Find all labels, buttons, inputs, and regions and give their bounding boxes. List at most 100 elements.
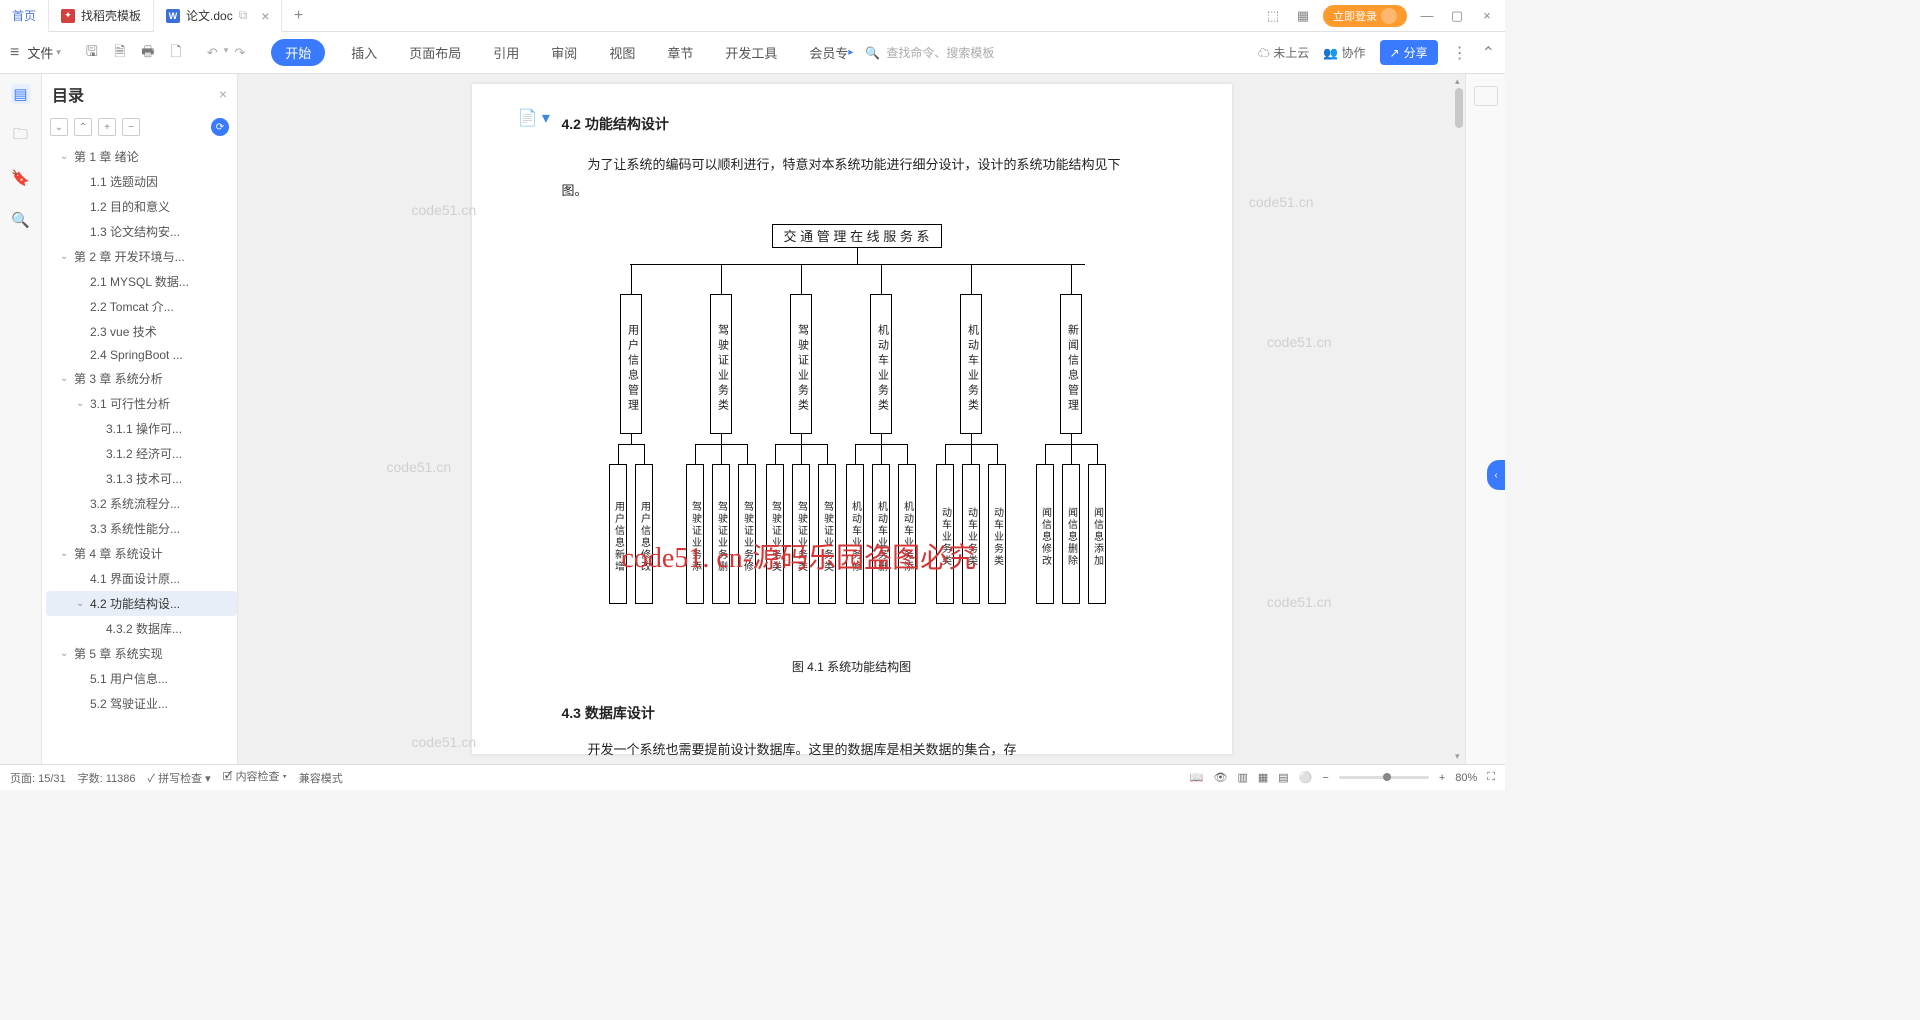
heading-4-3: 4.3 数据库设计 [562, 703, 1142, 723]
body-paragraph-2: 开发一个系统也需要提前设计数据库。这里的数据库是相关数据的集合，存 [562, 737, 1142, 763]
outline-item[interactable]: 2.3 vue 技术 [46, 319, 237, 344]
outline-item[interactable]: 3.3 系统性能分... [46, 516, 237, 541]
add-level-icon[interactable]: + [98, 118, 116, 136]
outline-item[interactable]: 1.1 选题动因 [46, 169, 237, 194]
fullscreen-icon[interactable]: ⛶ [1487, 771, 1495, 784]
outline-item[interactable]: 4.1 界面设计原... [46, 566, 237, 591]
paragraph-mark-icon[interactable]: 📄 ▾ [518, 108, 550, 128]
ribbon-dev[interactable]: 开发工具 [719, 39, 783, 66]
view-mode-page-icon[interactable]: ▥ [1237, 771, 1247, 784]
outline-item[interactable]: ⌄3.1 可行性分析 [46, 391, 237, 416]
search-input[interactable]: 🔍 查找命令、搜索模板 [865, 44, 994, 61]
tab-templates[interactable]: ✦ 找稻壳模板 [49, 0, 154, 32]
word-count[interactable]: 字数: 11386 [78, 770, 136, 786]
body-paragraph: 为了让系统的编码可以顺利进行，特意对本系统功能进行细分设计，设计的系统功能结构见… [562, 152, 1142, 204]
scrollbar-thumb[interactable] [1455, 88, 1463, 128]
outline-item[interactable]: ⌄第 1 章 绪论 [46, 144, 237, 169]
search-rail-icon[interactable]: 🔍 [11, 210, 31, 230]
ribbon-insert[interactable]: 插入 [345, 39, 383, 66]
collab-button[interactable]: 👥 协作 [1323, 44, 1365, 61]
compat-mode[interactable]: 兼容模式 [299, 770, 343, 786]
save-as-icon[interactable]: 🗎 [111, 44, 129, 62]
view-mode-outline-icon[interactable]: ▤ [1278, 771, 1288, 784]
night-mode-icon[interactable]: ⚪ [1299, 771, 1313, 784]
save-icon[interactable]: 🖫 [83, 44, 101, 62]
outline-item[interactable]: 1.2 目的和意义 [46, 194, 237, 219]
remove-level-icon[interactable]: − [122, 118, 140, 136]
print-icon[interactable]: 🖶 [139, 44, 157, 62]
chevron-right-icon[interactable]: ▸ [848, 47, 853, 58]
outline-item[interactable]: 3.1.3 技术可... [46, 466, 237, 491]
ribbon-ref[interactable]: 引用 [487, 39, 525, 66]
zoom-out-icon[interactable]: − [1322, 772, 1328, 784]
ribbon-view[interactable]: 视图 [603, 39, 641, 66]
login-button[interactable]: 立即登录 [1323, 5, 1407, 27]
view-mode-focus-icon[interactable]: 👁 [1214, 771, 1228, 784]
outline-item[interactable]: 5.1 用户信息... [46, 666, 237, 691]
outline-item[interactable]: ⌄第 2 章 开发环境与... [46, 244, 237, 269]
ribbon-start[interactable]: 开始 [271, 39, 325, 66]
spellcheck-button[interactable]: ✓ 拼写检查 ▾ [148, 770, 211, 786]
outline-title: 目录 [52, 82, 219, 106]
outline-item[interactable]: 2.2 Tomcat 介... [46, 294, 237, 319]
redo-icon[interactable]: ↷ [234, 45, 245, 61]
sync-icon[interactable]: ⟳ [211, 118, 229, 136]
tab-window-icon[interactable]: ⧉ [239, 8, 248, 23]
page-indicator[interactable]: 页面: 15/31 [10, 770, 66, 786]
hamburger-icon[interactable]: ≡ [10, 44, 19, 62]
ribbon-review[interactable]: 审阅 [545, 39, 583, 66]
outline-item[interactable]: ⌄第 3 章 系统分析 [46, 366, 237, 391]
outline-item[interactable]: 3.1.1 操作可... [46, 416, 237, 441]
view-mode-web-icon[interactable]: ▦ [1258, 771, 1268, 784]
layout-icon[interactable]: ⬚ [1263, 6, 1283, 26]
watermark: code51.cn [412, 202, 477, 218]
scroll-down-icon[interactable]: ▾ [1455, 751, 1460, 762]
expand-all-icon[interactable]: ⌃ [74, 118, 92, 136]
vertical-scrollbar[interactable]: ▴ ▾ [1453, 74, 1465, 764]
view-mode-book-icon[interactable]: 📖 [1190, 771, 1204, 784]
side-handle[interactable]: ‹ [1487, 460, 1505, 490]
undo-icon[interactable]: ↶ [207, 45, 218, 61]
content-check-button[interactable]: 🗹 内容检查 ▾ [223, 768, 287, 787]
login-label: 立即登录 [1333, 8, 1377, 24]
bookmark-icon[interactable]: 🔖 [11, 168, 31, 188]
outline-item[interactable]: 3.2 系统流程分... [46, 491, 237, 516]
outline-item[interactable]: 1.3 论文结构安... [46, 219, 237, 244]
ribbon-member[interactable]: 会员专 [803, 39, 854, 66]
zoom-in-icon[interactable]: + [1439, 772, 1445, 784]
outline-item[interactable]: ⌄4.2 功能结构设... [46, 591, 237, 616]
more-icon[interactable]: ⋮ [1452, 43, 1468, 63]
window-close-icon[interactable]: × [1477, 6, 1497, 26]
ribbon-layout[interactable]: 页面布局 [403, 39, 467, 66]
outline-item[interactable]: 2.1 MYSQL 数据... [46, 269, 237, 294]
scroll-up-icon[interactable]: ▴ [1455, 76, 1460, 87]
panel-toggle-icon[interactable] [1474, 86, 1498, 106]
outline-item[interactable]: ⌄第 5 章 系统实现 [46, 641, 237, 666]
function-structure-diagram: 交 通 管 理 在 线 服 务 系 用户信息管理驾驶证业务类驾驶证业务类机动车业… [592, 224, 1112, 644]
panel-close-icon[interactable]: × [219, 86, 227, 102]
zoom-value[interactable]: 80% [1455, 772, 1477, 784]
preview-icon[interactable]: 🗋 [167, 44, 185, 62]
cloud-status[interactable]: ☁ 未上云 [1258, 44, 1309, 61]
share-button[interactable]: ↗ 分享 [1380, 40, 1438, 65]
outline-item[interactable]: 2.4 SpringBoot ... [46, 344, 237, 366]
maximize-icon[interactable]: ▢ [1447, 6, 1467, 26]
minimize-icon[interactable]: — [1417, 6, 1437, 26]
ribbon-chapter[interactable]: 章节 [661, 39, 699, 66]
tab-document[interactable]: W 论文.doc ⧉ × [154, 0, 282, 32]
apps-icon[interactable]: ▦ [1293, 6, 1313, 26]
collapse-all-icon[interactable]: ⌄ [50, 118, 68, 136]
outline-item[interactable]: 4.3.2 数据库... [46, 616, 237, 641]
page: 📄 ▾ 4.2 功能结构设计 为了让系统的编码可以顺利进行，特意对本系统功能进行… [472, 84, 1232, 754]
outline-item[interactable]: ⌄第 4 章 系统设计 [46, 541, 237, 566]
zoom-slider[interactable] [1339, 776, 1429, 779]
add-tab-button[interactable]: + [282, 7, 314, 25]
outline-item[interactable]: 3.1.2 经济可... [46, 441, 237, 466]
outline-item[interactable]: 5.2 驾驶证业... [46, 691, 237, 716]
close-icon[interactable]: × [261, 8, 269, 24]
files-icon[interactable]: 🗀 [11, 126, 31, 146]
collapse-ribbon-icon[interactable]: ⌃ [1482, 43, 1495, 63]
outline-icon[interactable]: ▤ [11, 84, 31, 104]
tab-home[interactable]: 首页 [0, 0, 49, 32]
file-menu[interactable]: 文件 ▾ [27, 43, 61, 62]
